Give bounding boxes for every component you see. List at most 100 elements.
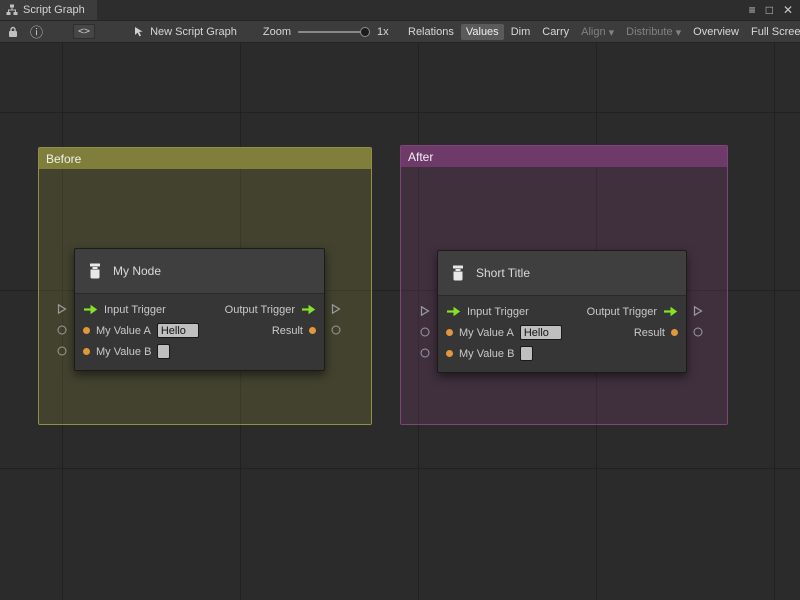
window-controls: ≡ □ ✕	[749, 0, 800, 20]
unit-icon	[86, 262, 104, 280]
window-menu-icon[interactable]: ≡	[749, 4, 756, 16]
graph-canvas[interactable]: Before After My Node	[0, 43, 800, 600]
zoom-slider-handle[interactable]	[360, 27, 370, 37]
flow-arrow-icon	[301, 304, 316, 315]
flow-output-label: Output Trigger	[587, 306, 657, 318]
overview-label: Overview	[693, 26, 739, 38]
value-port-icon	[446, 350, 453, 357]
align-label: Align	[581, 26, 605, 38]
flow-output-port[interactable]: Output Trigger	[587, 306, 678, 318]
maximize-icon[interactable]: □	[766, 4, 773, 16]
value-b-field[interactable]	[520, 346, 533, 361]
tab-script-graph[interactable]: Script Graph	[0, 0, 97, 20]
node-title: My Node	[113, 264, 161, 278]
value-b-input-port[interactable]: My Value B	[446, 346, 533, 361]
value-port-icon	[83, 348, 90, 355]
tab-title: Script Graph	[23, 4, 85, 16]
unit-icon	[449, 264, 467, 282]
relations-label: Relations	[408, 26, 454, 38]
value-a-connector[interactable]	[58, 326, 67, 335]
value-a-port-row: My Value A Result	[438, 322, 686, 343]
value-port-icon	[309, 327, 316, 334]
hollow-triangle-icon	[693, 305, 703, 317]
window-tab-bar: Script Graph ≡ □ ✕	[0, 0, 800, 21]
flow-output-connector[interactable]	[331, 303, 341, 315]
value-b-label: My Value B	[96, 346, 151, 358]
flow-output-label: Output Trigger	[225, 304, 295, 316]
flow-arrow-icon	[83, 304, 98, 315]
value-b-connector[interactable]	[421, 349, 430, 358]
flow-input-connector[interactable]	[420, 305, 430, 317]
align-dropdown[interactable]: Align ▾	[576, 24, 619, 41]
result-label: Result	[272, 325, 303, 337]
value-a-input-port[interactable]: My Value A	[83, 323, 199, 338]
value-b-input-port[interactable]: My Value B	[83, 344, 170, 359]
value-b-connector[interactable]	[58, 347, 67, 356]
toolbar-buttons: Relations Values Dim Carry Align ▾ Distr…	[402, 21, 800, 43]
flow-input-port[interactable]: Input Trigger	[446, 306, 529, 318]
node-title: Short Title	[476, 266, 530, 280]
value-port-icon	[671, 329, 678, 336]
value-b-field[interactable]	[157, 344, 170, 359]
distribute-dropdown[interactable]: Distribute ▾	[621, 24, 686, 41]
graph-asset-icon	[133, 26, 145, 38]
flow-input-port[interactable]: Input Trigger	[83, 304, 166, 316]
script-graph-window: Script Graph ≡ □ ✕ ⓘ <> New Script Graph…	[0, 0, 800, 600]
zoom-slider[interactable]	[298, 26, 370, 38]
fullscreen-button[interactable]: Full Screen	[746, 24, 800, 40]
value-port-icon	[446, 329, 453, 336]
close-icon[interactable]: ✕	[783, 4, 793, 16]
flow-output-connector[interactable]	[693, 305, 703, 317]
value-a-field[interactable]	[520, 325, 562, 340]
value-port-icon	[83, 327, 90, 334]
group-after-header[interactable]: After	[401, 146, 727, 167]
info-icon[interactable]: ⓘ	[30, 23, 43, 41]
graph-tab-icon	[6, 4, 18, 16]
hollow-circle-icon	[421, 328, 430, 337]
code-preview-button[interactable]: <>	[73, 24, 95, 39]
chevron-down-icon: ▾	[609, 26, 615, 39]
value-a-input-port[interactable]: My Value A	[446, 325, 562, 340]
node-short-title-header[interactable]: Short Title	[438, 251, 686, 296]
value-a-label: My Value A	[96, 325, 151, 337]
flow-arrow-icon	[446, 306, 461, 317]
distribute-label: Distribute	[626, 26, 672, 38]
carry-label: Carry	[542, 26, 569, 38]
result-connector[interactable]	[332, 326, 341, 335]
hollow-triangle-icon	[420, 305, 430, 317]
values-label: Values	[466, 26, 499, 38]
flow-input-label: Input Trigger	[104, 304, 166, 316]
value-a-connector[interactable]	[421, 328, 430, 337]
carry-button[interactable]: Carry	[537, 24, 574, 40]
group-after-label: After	[408, 150, 433, 164]
dim-button[interactable]: Dim	[506, 24, 536, 40]
hollow-circle-icon	[58, 347, 67, 356]
value-a-label: My Value A	[459, 327, 514, 339]
node-my-node-header[interactable]: My Node	[75, 249, 324, 294]
zoom-control: Zoom 1x	[263, 26, 389, 38]
flow-output-port[interactable]: Output Trigger	[225, 304, 316, 316]
node-short-title-body: Input Trigger Output Trigger My Value A	[438, 296, 686, 372]
value-a-field[interactable]	[157, 323, 199, 338]
flow-input-connector[interactable]	[57, 303, 67, 315]
result-output-port[interactable]: Result	[634, 327, 678, 339]
node-my-node[interactable]: My Node Input Trigger Output Trigger	[74, 248, 325, 371]
values-button[interactable]: Values	[461, 24, 504, 40]
hollow-triangle-icon	[331, 303, 341, 315]
flow-arrow-icon	[663, 306, 678, 317]
value-b-label: My Value B	[459, 348, 514, 360]
hollow-circle-icon	[58, 326, 67, 335]
group-before-header[interactable]: Before	[39, 148, 371, 169]
flow-port-row: Input Trigger Output Trigger	[75, 299, 324, 320]
lock-icon[interactable]	[8, 23, 18, 41]
overview-button[interactable]: Overview	[688, 24, 744, 40]
graph-toolbar: ⓘ <> New Script Graph Zoom 1x Relations …	[0, 21, 800, 43]
result-connector[interactable]	[694, 328, 703, 337]
chevron-down-icon: ▾	[676, 26, 682, 39]
graph-asset[interactable]: New Script Graph	[133, 26, 237, 38]
result-output-port[interactable]: Result	[272, 325, 316, 337]
relations-button[interactable]: Relations	[403, 24, 459, 40]
zoom-value: 1x	[377, 26, 389, 38]
graph-asset-name: New Script Graph	[150, 26, 237, 38]
node-short-title[interactable]: Short Title Input Trigger Output Trigger	[437, 250, 687, 373]
